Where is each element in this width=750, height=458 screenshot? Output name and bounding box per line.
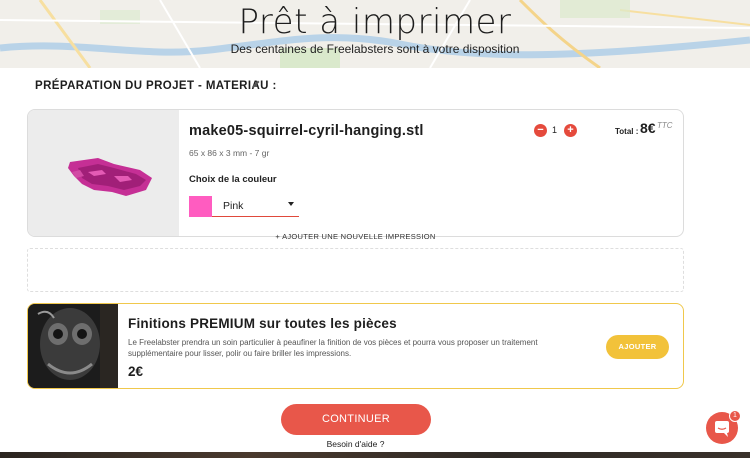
premium-sample-image — [28, 304, 118, 388]
premium-description: Le Freelabster prendra un soin particuli… — [128, 338, 538, 358]
section-title: PRÉPARATION DU PROJET - MATERIAU : — [35, 80, 277, 92]
quantity-increase-button[interactable]: + — [564, 124, 577, 137]
chevron-down-icon — [288, 202, 294, 206]
page-subtitle: Des centaines de Freelabsters sont à vot… — [230, 42, 520, 56]
hero-banner: Prêt à imprimer Des centaines de Freelab… — [0, 0, 750, 68]
footer-image-strip — [0, 452, 750, 458]
premium-finish-card: Finitions PREMIUM sur toutes les pièces … — [27, 303, 684, 389]
color-value: Pink — [223, 200, 244, 212]
premium-thumbnail — [28, 304, 118, 388]
print-item-card: make05-squirrel-cyril-hanging.stl 65 x 8… — [27, 109, 684, 237]
total-price: 8€ — [640, 120, 656, 136]
add-premium-button[interactable]: AJOUTER — [606, 335, 669, 359]
total-tax-suffix: TTC — [657, 121, 673, 130]
file-dimensions: 65 x 86 x 3 mm - 7 gr — [189, 148, 270, 158]
color-swatch — [189, 196, 212, 217]
pencil-icon[interactable] — [251, 79, 261, 89]
continue-button[interactable]: CONTINUER — [281, 404, 431, 435]
empty-print-slot — [27, 248, 684, 292]
add-print-link[interactable]: + AJOUTER UNE NOUVELLE IMPRESSION — [0, 232, 711, 241]
page-title: Prêt à imprimer — [238, 2, 512, 42]
color-select[interactable]: Pink — [189, 195, 299, 217]
chat-notification-badge: 1 — [729, 410, 741, 422]
premium-title: Finitions PREMIUM sur toutes les pièces — [128, 316, 397, 331]
premium-price: 2€ — [128, 364, 144, 379]
model-preview-image — [68, 158, 152, 196]
total-label: Total : — [615, 127, 639, 136]
file-name: make05-squirrel-cyril-hanging.stl — [189, 123, 424, 139]
quantity-decrease-button[interactable]: − — [534, 124, 547, 137]
page: Prêt à imprimer Des centaines de Freelab… — [0, 0, 750, 458]
model-thumbnail — [28, 110, 179, 236]
help-link[interactable]: Besoin d'aide ? — [0, 439, 711, 449]
color-label: Choix de la couleur — [189, 174, 277, 185]
quantity-value: 1 — [552, 125, 558, 135]
